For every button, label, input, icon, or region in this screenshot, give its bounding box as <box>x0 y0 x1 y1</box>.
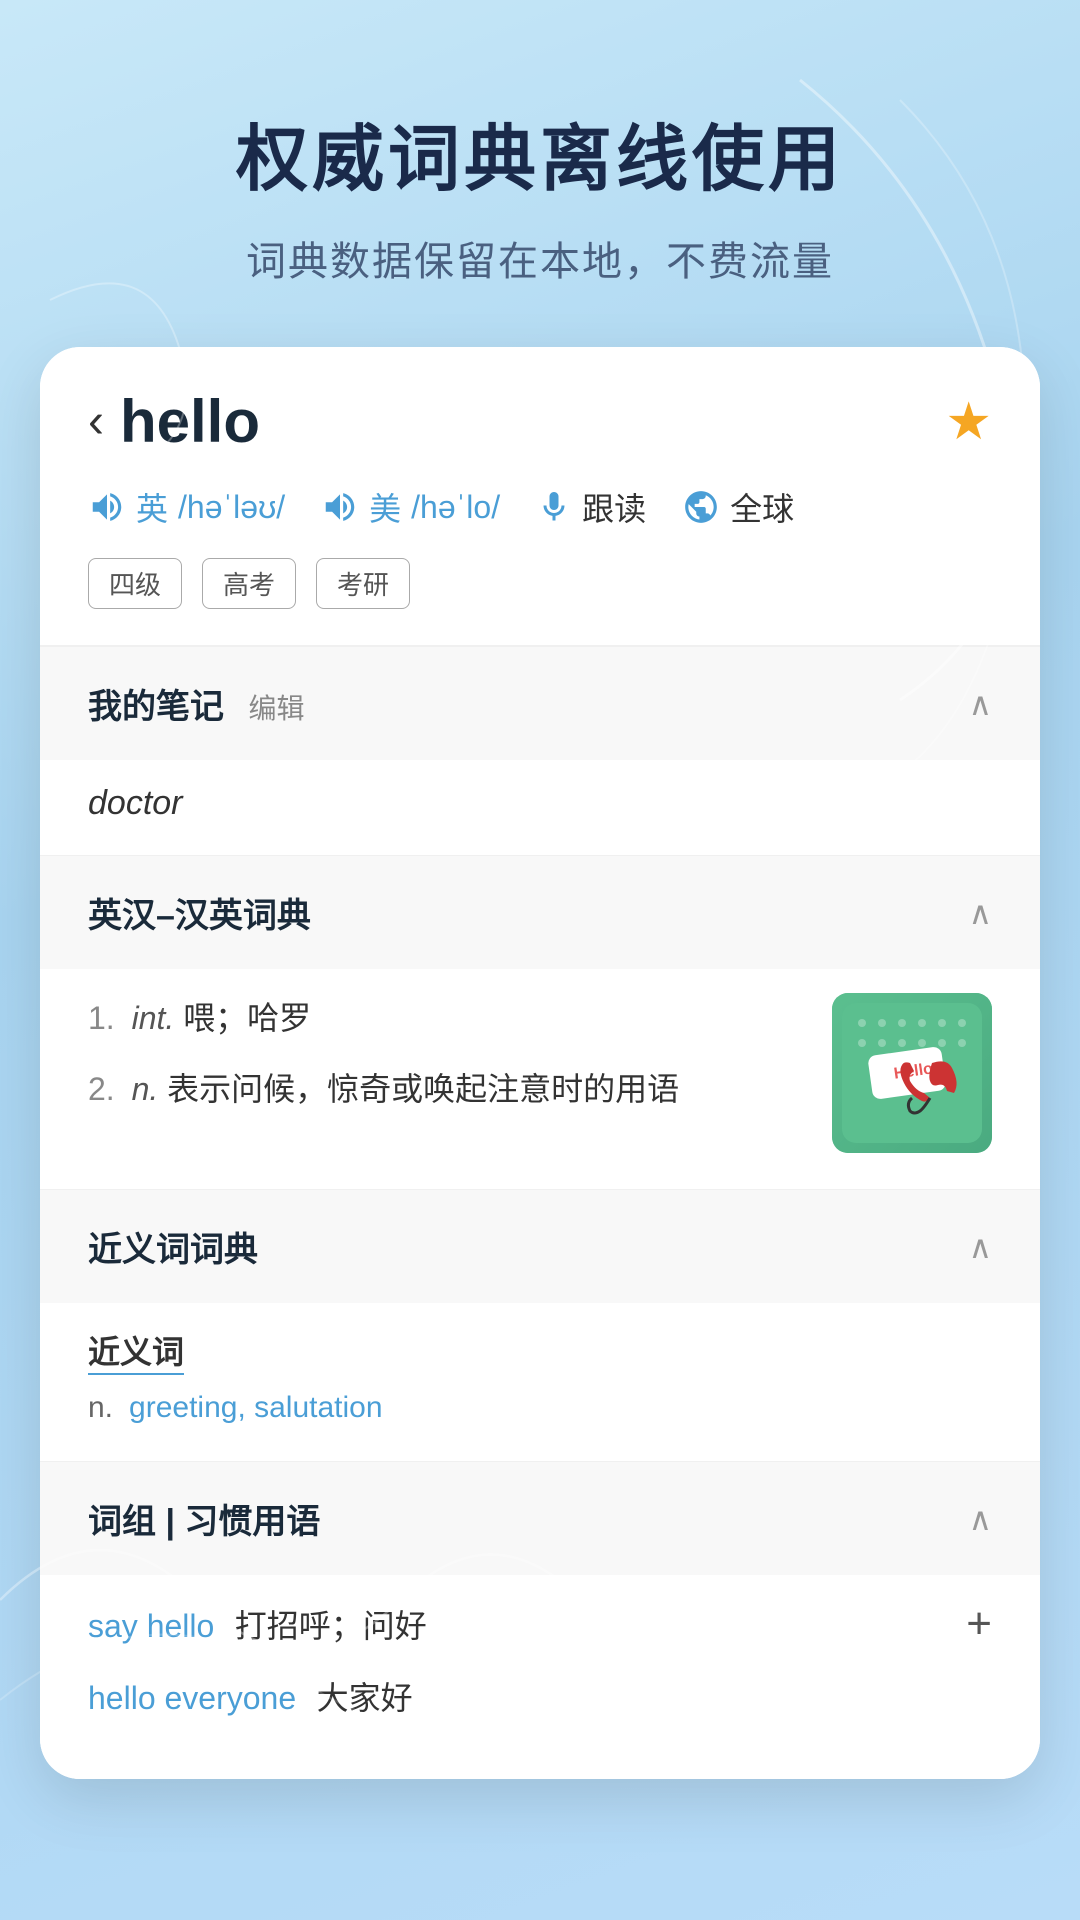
pron-en-item[interactable]: 英 /həˈləʊ/ <box>88 484 285 530</box>
tag-kaoyan: 考研 <box>316 558 410 609</box>
pron-us-item[interactable]: 美 /həˈlo/ <box>321 484 500 530</box>
notes-section-header[interactable]: 我的笔记 编辑 ∧ <box>40 647 1040 760</box>
notes-title-area: 我的笔记 编辑 <box>88 679 304 728</box>
phrase-row-2: hello everyone 大家好 <box>88 1673 992 1719</box>
speaker-en-icon <box>88 488 126 526</box>
notes-edit-button[interactable]: 编辑 <box>248 693 304 724</box>
global-item[interactable]: 全球 <box>682 484 794 530</box>
tag-gaokao: 高考 <box>202 558 296 609</box>
synonym-label: 近义词 <box>88 1327 184 1375</box>
phrases-section: 词组 | 习惯用语 ∧ say hello 打招呼；问好 + hello eve… <box>40 1461 1040 1779</box>
tag-cet4: 四级 <box>88 558 182 609</box>
word-header: ‹ hello ★ 英 /həˈləʊ/ 美 /həˈlo <box>40 347 1040 646</box>
pron-en-ipa: /həˈləʊ/ <box>178 489 285 526</box>
phrases-chevron-icon: ∧ <box>969 1500 992 1538</box>
synonym-words: greeting, salutation <box>129 1391 383 1425</box>
tags-row: 四级 高考 考研 <box>88 558 992 609</box>
phrase-row-1-text: say hello 打招呼；问好 <box>88 1601 427 1647</box>
synonym-section-title: 近义词词典 <box>88 1222 258 1271</box>
dict-item-1: 1. int. 喂；哈罗 <box>88 993 812 1044</box>
phrase-1-text[interactable]: say hello <box>88 1608 214 1644</box>
dictionary-chevron-icon: ∧ <box>969 894 992 932</box>
word-title: hello <box>120 387 260 456</box>
mic-icon <box>536 489 572 525</box>
synonym-section-header[interactable]: 近义词词典 ∧ <box>40 1190 1040 1303</box>
hello-image-svg: Hello <box>842 1003 982 1143</box>
phrases-content: say hello 打招呼；问好 + hello everyone 大家好 <box>40 1575 1040 1779</box>
notes-section-title: 我的笔记 <box>88 688 224 726</box>
phrase-2-text[interactable]: hello everyone <box>88 1680 296 1716</box>
notes-section: 我的笔记 编辑 ∧ doctor <box>40 646 1040 855</box>
dict-num-2: 2. <box>88 1071 115 1107</box>
global-label: 全球 <box>730 484 794 530</box>
synonym-content: 近义词 n. greeting, salutation <box>40 1303 1040 1461</box>
dict-hello-image: Hello <box>832 993 992 1153</box>
dict-pos-1: int. <box>132 1000 175 1036</box>
dictionary-card: ‹ hello ★ 英 /həˈləʊ/ 美 /həˈlo <box>40 347 1040 1779</box>
phrase-row-1: say hello 打招呼；问好 + <box>88 1599 992 1649</box>
phrase-1-add-button[interactable]: + <box>966 1599 992 1649</box>
favorite-star-icon[interactable]: ★ <box>945 392 992 452</box>
pron-us-ipa: /həˈlo/ <box>411 489 500 526</box>
word-nav-row: ‹ hello ★ <box>88 387 992 456</box>
hero-section: 权威词典离线使用 词典数据保留在本地，不费流量 <box>0 0 1080 347</box>
dict-item-2: 2. n. 表示问候，惊奇或唤起注意时的用语 <box>88 1064 812 1115</box>
dictionary-section: 英汉–汉英词典 ∧ 1. int. 喂；哈罗 2. n. 表示问候，惊奇或唤起注… <box>40 855 1040 1189</box>
dict-pos-2: n. <box>132 1071 159 1107</box>
dictionary-section-title: 英汉–汉英词典 <box>88 888 311 937</box>
word-with-back: ‹ hello <box>88 387 260 456</box>
speaker-us-icon <box>321 488 359 526</box>
phrases-section-header[interactable]: 词组 | 习惯用语 ∧ <box>40 1462 1040 1575</box>
phrases-section-title: 词组 | 习惯用语 <box>88 1494 320 1543</box>
note-word-text: doctor <box>88 784 183 822</box>
dictionary-section-header[interactable]: 英汉–汉英词典 ∧ <box>40 856 1040 969</box>
pron-en-label: 英 <box>136 484 168 530</box>
phrase-1-meaning: 打招呼；问好 <box>235 1608 427 1644</box>
hero-subtitle: 词典数据保留在本地，不费流量 <box>40 229 1040 287</box>
dict-num-1: 1. <box>88 1000 115 1036</box>
synonym-section: 近义词词典 ∧ 近义词 n. greeting, salutation <box>40 1189 1040 1461</box>
notes-chevron-icon: ∧ <box>969 685 992 723</box>
back-button[interactable]: ‹ <box>88 398 104 446</box>
hero-title: 权威词典离线使用 <box>40 100 1040 205</box>
dict-text-2: 表示问候，惊奇或唤起注意时的用语 <box>167 1071 679 1107</box>
synonym-pos: n. <box>88 1391 113 1425</box>
dict-text-1: 喂；哈罗 <box>183 1000 311 1036</box>
follow-label: 跟读 <box>582 484 646 530</box>
pron-us-label: 美 <box>369 484 401 530</box>
pronunciation-row: 英 /həˈləʊ/ 美 /həˈlo/ 跟读 <box>88 484 992 530</box>
dictionary-content: 1. int. 喂；哈罗 2. n. 表示问候，惊奇或唤起注意时的用语 <box>40 969 1040 1189</box>
dict-definitions: 1. int. 喂；哈罗 2. n. 表示问候，惊奇或唤起注意时的用语 <box>88 993 812 1135</box>
synonym-row: n. greeting, salutation <box>88 1391 992 1425</box>
synonym-chevron-icon: ∧ <box>969 1228 992 1266</box>
phrase-2-meaning: 大家好 <box>317 1680 413 1716</box>
global-icon <box>682 488 720 526</box>
phrase-row-2-text: hello everyone 大家好 <box>88 1673 413 1719</box>
follow-read-item[interactable]: 跟读 <box>536 484 646 530</box>
notes-content: doctor <box>40 760 1040 855</box>
